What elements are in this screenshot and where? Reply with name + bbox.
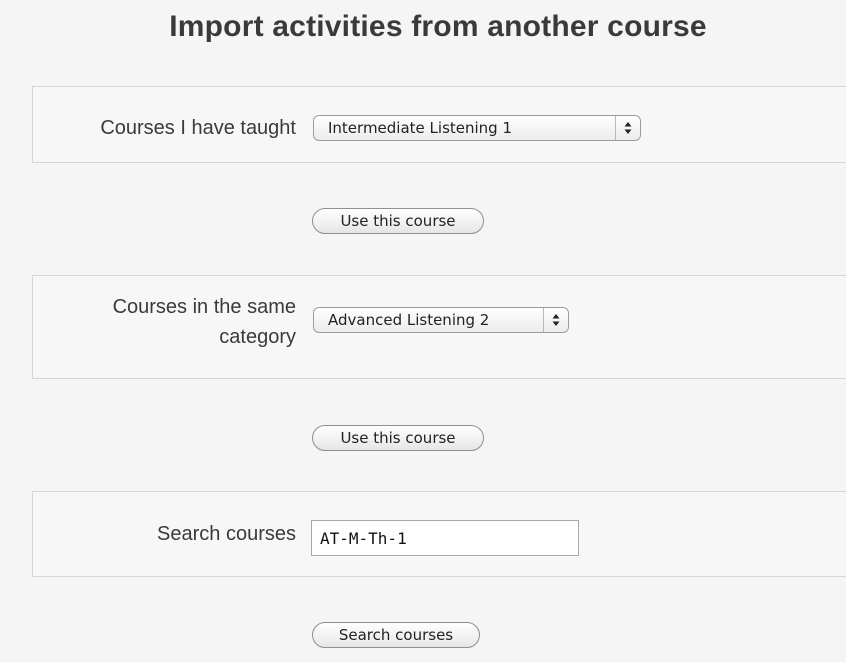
search-section: Search courses: [32, 491, 846, 577]
courses-taught-selected-value: Intermediate Listening 1: [328, 119, 513, 137]
same-category-label: Courses in the same category: [112, 296, 296, 348]
use-taught-course-button[interactable]: Use this course: [312, 208, 484, 234]
courses-taught-select[interactable]: Intermediate Listening 1: [313, 115, 641, 141]
search-courses-label: Search courses: [157, 523, 296, 545]
use-category-course-button[interactable]: Use this course: [312, 425, 484, 451]
courses-taught-section: Courses I have taught Intermediate Liste…: [32, 86, 846, 163]
courses-taught-label: Courses I have taught: [100, 117, 296, 139]
search-courses-input[interactable]: [311, 520, 579, 556]
up-down-arrows-icon: [543, 308, 568, 332]
up-down-arrows-icon: [615, 116, 640, 140]
search-courses-button[interactable]: Search courses: [312, 622, 480, 648]
same-category-section: Courses in the same category Advanced Li…: [32, 275, 846, 379]
same-category-selected-value: Advanced Listening 2: [328, 311, 490, 329]
page-title: Import activities from another course: [169, 10, 707, 43]
same-category-select[interactable]: Advanced Listening 2: [313, 307, 569, 333]
